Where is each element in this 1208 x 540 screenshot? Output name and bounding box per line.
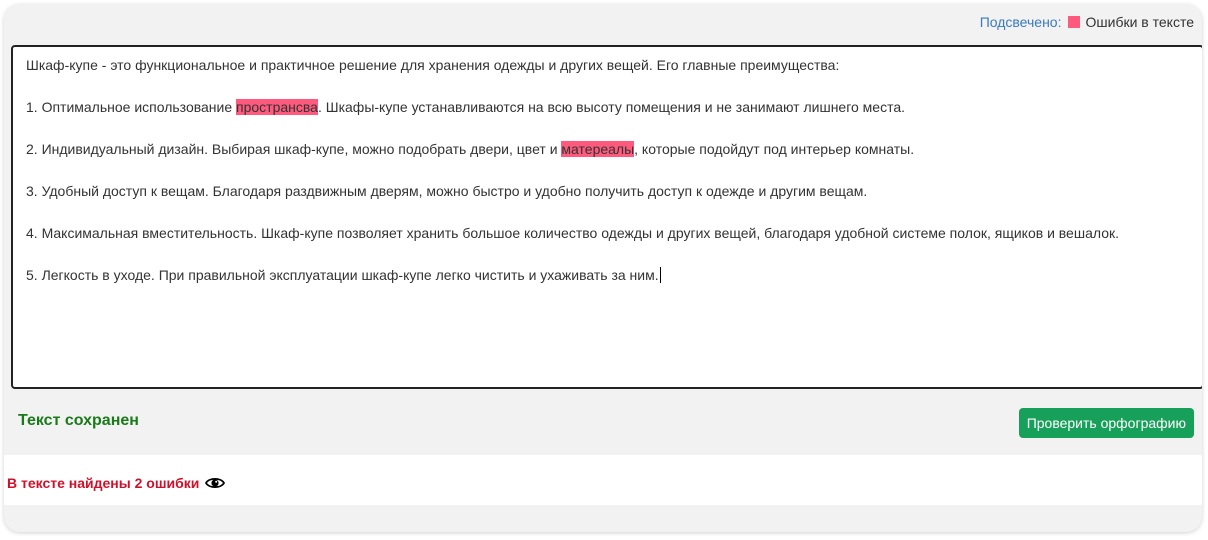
check-spelling-button[interactable]: Проверить орфографию <box>1018 408 1194 438</box>
paragraph-text: , которые подойдут под интерьер комнаты. <box>634 141 915 157</box>
errors-found-text: В тексте найдены 2 ошибки <box>7 475 200 491</box>
paragraph-text: 5. Легкость в уходе. При правильной эксп… <box>26 267 659 283</box>
legend-prefix: Подсвечено: <box>979 14 1062 30</box>
paragraph-1: 1. Оптимальное использование пространсва… <box>26 97 1192 118</box>
error-highlight[interactable]: пространсва <box>236 99 318 115</box>
paragraph-4: 4. Максимальная вместительность. Шкаф-ку… <box>26 223 1192 244</box>
text-caret <box>659 267 661 283</box>
spellcheck-panel: Подсвечено: Ошибки в тексте Шкаф-купе - … <box>4 4 1202 532</box>
paragraph-text: Шкаф-купе - это функциональное и практич… <box>26 57 840 73</box>
paragraph-3: 3. Удобный доступ к вещам. Благодаря раз… <box>26 181 1192 202</box>
eye-icon[interactable] <box>205 476 226 490</box>
paragraph-2: 2. Индивидуальный дизайн. Выбирая шкаф-к… <box>26 139 1192 160</box>
error-highlight[interactable]: матереалы <box>561 141 635 157</box>
paragraph-text: 3. Удобный доступ к вещам. Благодаря раз… <box>26 183 868 199</box>
paragraph-intro: Шкаф-купе - это функциональное и практич… <box>26 55 1192 76</box>
paragraph-5: 5. Легкость в уходе. При правильной эксп… <box>26 265 1192 286</box>
paragraph-text: 4. Максимальная вместительность. Шкаф-ку… <box>26 225 1119 241</box>
errors-found-message: В тексте найдены 2 ошибки <box>7 475 226 491</box>
paragraph-text: 2. Индивидуальный дизайн. Выбирая шкаф-к… <box>26 141 562 157</box>
paragraph-text: . Шкафы-купе устанавливаются на всю высо… <box>317 99 906 115</box>
highlight-legend: Подсвечено: Ошибки в тексте <box>980 14 1194 30</box>
paragraph-text: 1. Оптимальное использование <box>26 99 237 115</box>
error-color-swatch <box>1067 16 1080 28</box>
text-editor[interactable]: Шкаф-купе - это функциональное и практич… <box>11 45 1202 389</box>
saved-status: Текст сохранен <box>18 412 139 429</box>
legend-label: Ошибки в тексте <box>1085 14 1195 30</box>
result-bar: В тексте найдены 2 ошибки <box>4 455 1202 505</box>
